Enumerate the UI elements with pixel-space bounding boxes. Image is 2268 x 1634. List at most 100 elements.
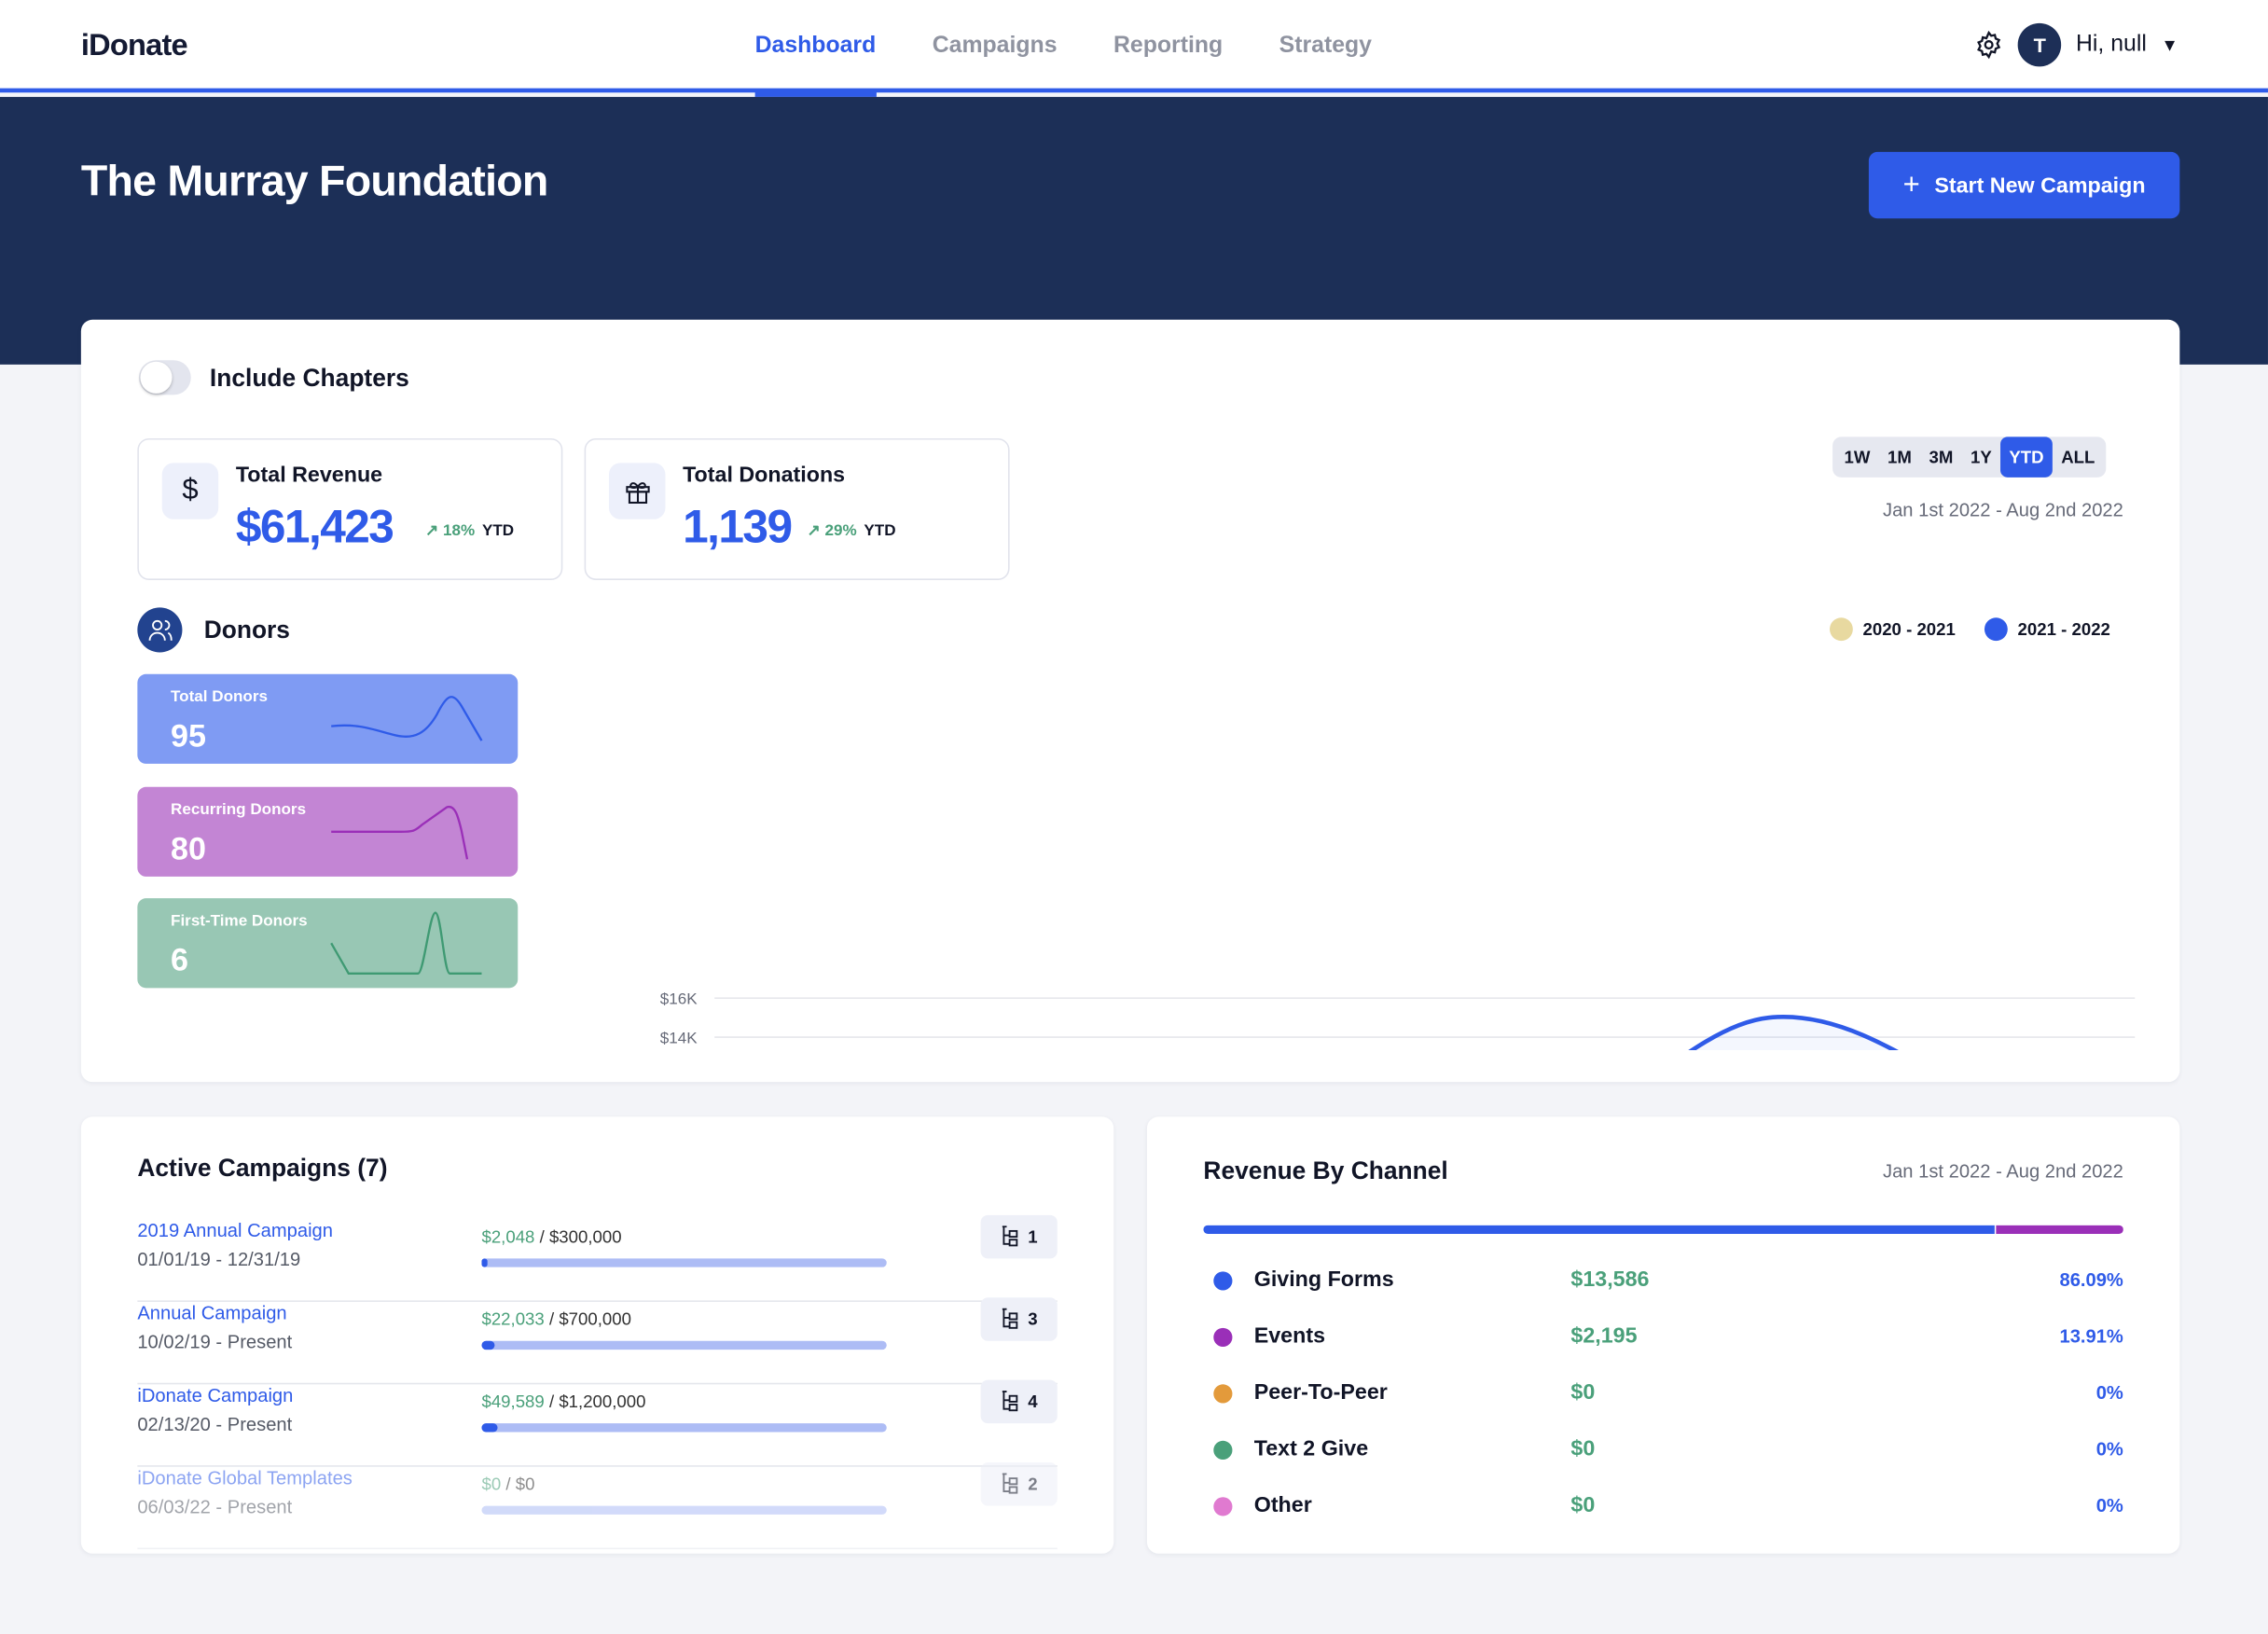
- campaign-name-link[interactable]: 2019 Annual Campaign: [137, 1219, 333, 1240]
- date-range: Jan 1st 2022 - Aug 2nd 2022: [1883, 1159, 2123, 1183]
- chart-legend: 2020 - 2021 2021 - 2022: [1829, 617, 2110, 642]
- nav-reporting[interactable]: Reporting: [1113, 0, 1223, 92]
- range-1y[interactable]: 1Y: [1962, 436, 2000, 477]
- channel-color-dot: [1213, 1271, 1233, 1291]
- channel-row: Events $2,195 13.91%: [1203, 1322, 2123, 1351]
- campaign-row: 2019 Annual Campaign 01/01/19 - 12/31/19…: [137, 1214, 1058, 1302]
- nav-strategy[interactable]: Strategy: [1279, 0, 1372, 92]
- channel-amount: $2,195: [1570, 1323, 1638, 1349]
- campaign-name-link[interactable]: Annual Campaign: [137, 1302, 286, 1323]
- stat-change-value: 29%: [824, 521, 857, 540]
- campaign-goal: $300,000: [548, 1226, 622, 1247]
- donors-heading: Donors: [137, 607, 290, 653]
- legend-label: 2020 - 2021: [1862, 618, 1956, 640]
- donor-card-value: 6: [171, 941, 189, 978]
- start-new-campaign-button[interactable]: + Start New Campaign: [1868, 151, 2180, 219]
- campaign-dates: 01/01/19 - 12/31/19: [137, 1248, 301, 1270]
- user-menu[interactable]: T Hi, null ▼: [1974, 22, 2178, 67]
- arrow-up-right-icon: ↗: [807, 521, 825, 540]
- sub-campaign-count: 4: [1028, 1392, 1038, 1412]
- sub-campaigns-button[interactable]: 2: [980, 1462, 1058, 1506]
- campaign-raised: $2,048: [481, 1226, 535, 1247]
- nav-campaigns[interactable]: Campaigns: [933, 0, 1058, 92]
- top-navigation: iDonate Dashboard Campaigns Reporting St…: [0, 0, 2268, 97]
- channel-name: Text 2 Give: [1253, 1436, 1369, 1461]
- legend-item[interactable]: 2021 - 2022: [1984, 617, 2110, 642]
- range-1w[interactable]: 1W: [1835, 436, 1879, 477]
- channel-row: Text 2 Give $0 0%: [1203, 1435, 2123, 1464]
- stat-change-value: 18%: [443, 521, 476, 540]
- series-area: [1692, 1017, 1894, 1051]
- stat-title: Total Revenue: [235, 463, 383, 488]
- active-campaigns-title: Active Campaigns (7): [137, 1154, 388, 1183]
- users-icon: [137, 607, 183, 653]
- donor-card-label: Recurring Donors: [171, 801, 307, 819]
- progress-fill: [481, 1258, 488, 1267]
- total-donations-card: Total Donations 1,139 ↗ 29% YTD: [584, 437, 1010, 580]
- campaign-goal: $700,000: [559, 1309, 631, 1330]
- gear-icon[interactable]: [1974, 30, 2003, 60]
- total-donors-card[interactable]: Total Donors 95: [137, 673, 519, 764]
- channel-amount: $0: [1570, 1436, 1596, 1461]
- range-3m[interactable]: 3M: [1920, 436, 1961, 477]
- stat-change: ↗ 18% YTD: [425, 520, 515, 540]
- include-chapters-label: Include Chapters: [209, 364, 409, 393]
- campaign-name-link[interactable]: iDonate Campaign: [137, 1384, 293, 1406]
- sub-campaigns-button[interactable]: 4: [980, 1379, 1058, 1424]
- active-campaigns-card: Active Campaigns (7) 2019 Annual Campaig…: [80, 1116, 1169, 1554]
- hierarchy-icon: [1002, 1308, 1017, 1329]
- recurring-donors-card[interactable]: Recurring Donors 80: [137, 786, 519, 877]
- first-time-donors-card[interactable]: First-Time Donors 6: [137, 898, 519, 989]
- revenue-by-channel-card: Revenue By Channel Jan 1st 2022 - Aug 2n…: [1146, 1116, 2180, 1554]
- date-range: Jan 1st 2022 - Aug 2nd 2022: [1883, 499, 2123, 521]
- campaign-raised: $49,589: [481, 1392, 545, 1412]
- campaign-progress-bar: [481, 1258, 887, 1267]
- channel-amount: $13,586: [1570, 1267, 1650, 1293]
- campaign-amount: $22,033 / $700,000: [481, 1309, 631, 1330]
- campaign-amount: $0 / $0: [481, 1474, 535, 1495]
- campaign-progress-bar: [481, 1505, 887, 1515]
- channel-color-dot: [1213, 1440, 1233, 1460]
- range-ytd[interactable]: YTD: [2000, 436, 2053, 478]
- legend-item[interactable]: 2020 - 2021: [1829, 617, 1956, 642]
- greeting[interactable]: Hi, null: [2076, 32, 2147, 58]
- channel-percent: 0%: [2095, 1437, 2123, 1460]
- campaign-progress-bar: [481, 1423, 887, 1433]
- stat-value: 1,139: [683, 500, 793, 553]
- stat-title: Total Donations: [683, 463, 846, 488]
- sparkline: [330, 911, 482, 975]
- nav-dashboard[interactable]: Dashboard: [754, 0, 876, 97]
- hierarchy-icon: [1002, 1473, 1017, 1494]
- avatar[interactable]: T: [2017, 22, 2062, 67]
- donor-card-value: 95: [171, 717, 206, 755]
- channel-row: Peer-To-Peer $0 0%: [1203, 1378, 2123, 1407]
- campaign-raised: $22,033: [481, 1309, 545, 1330]
- stat-period: YTD: [481, 521, 515, 540]
- donors-title: Donors: [203, 615, 290, 644]
- range-1m[interactable]: 1M: [1879, 436, 1920, 477]
- range-all[interactable]: ALL: [2053, 436, 2104, 477]
- campaign-row: Annual Campaign 10/02/19 - Present $22,0…: [137, 1297, 1058, 1385]
- donor-card-label: Total Donors: [171, 688, 268, 706]
- main-nav: Dashboard Campaigns Reporting Strategy: [754, 0, 1372, 97]
- sparkline: [331, 696, 483, 741]
- dollar-icon: $: [161, 463, 219, 519]
- gift-icon: [608, 463, 666, 519]
- campaign-amount: $2,048 / $300,000: [481, 1226, 622, 1247]
- sub-campaigns-button[interactable]: 1: [980, 1214, 1058, 1259]
- campaign-dates: 06/03/22 - Present: [137, 1495, 293, 1517]
- time-range-selector: 1W 1M 3M 1Y YTD ALL: [1832, 436, 2107, 478]
- channel-percent: 13.91%: [2059, 1324, 2123, 1347]
- logo[interactable]: iDonate: [81, 29, 188, 63]
- stat-period: YTD: [864, 521, 896, 540]
- channel-name: Other: [1253, 1492, 1312, 1517]
- campaign-name-link[interactable]: iDonate Global Templates: [137, 1467, 353, 1489]
- sub-campaigns-button[interactable]: 3: [980, 1297, 1058, 1341]
- channel-percent: 0%: [2095, 1381, 2123, 1404]
- channel-share-bar: [1203, 1225, 2123, 1235]
- campaign-dates: 02/13/20 - Present: [137, 1413, 293, 1435]
- revenue-line-chart: $0$2K$4K$6K$8K$10K$12K$14K$16KJan2022Feb…: [660, 990, 2136, 1051]
- include-chapters-toggle[interactable]: [138, 360, 191, 395]
- channel-name: Events: [1253, 1323, 1326, 1349]
- caret-down-icon[interactable]: ▼: [2161, 35, 2178, 55]
